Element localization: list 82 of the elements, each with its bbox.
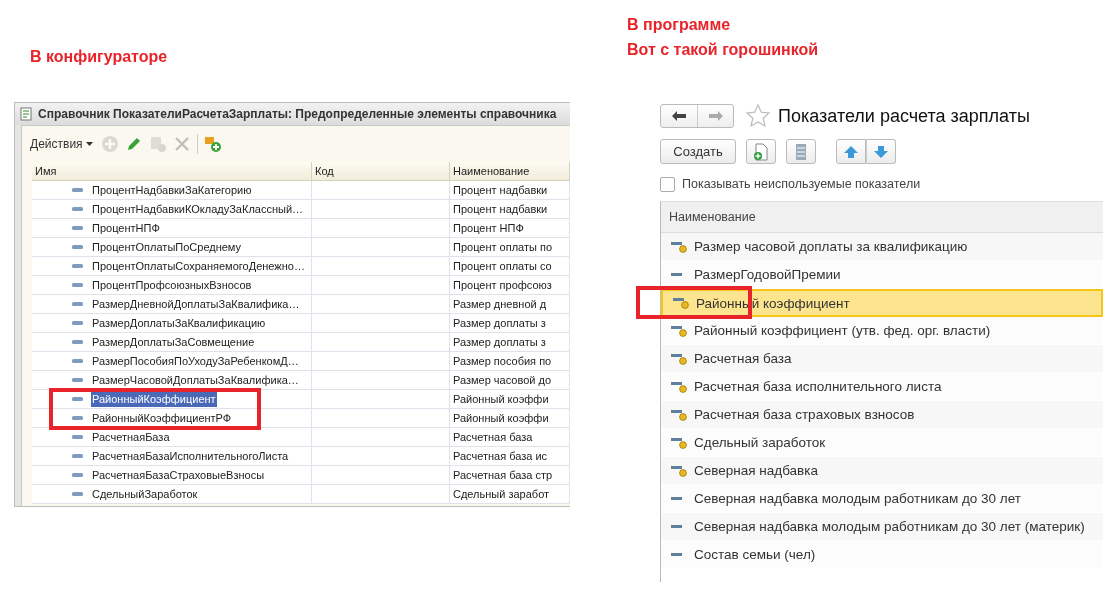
arrow-down-icon: [873, 144, 889, 159]
arrow-right-icon: [708, 111, 723, 121]
element-icon: [72, 492, 83, 496]
table-cell[interactable]: РазмерДневнойДоплатыЗаКвалифика…: [91, 296, 301, 312]
move-down-button[interactable]: [866, 139, 896, 164]
table-cell[interactable]: РасчетнаяБаза: [91, 429, 171, 445]
table-cell: Размер доплаты з: [450, 333, 570, 352]
table-cell: Расчетная база ис: [450, 447, 570, 466]
list-row[interactable]: Северная надбавка: [661, 457, 1103, 485]
actions-menu-button[interactable]: Действия: [28, 137, 95, 151]
table-cell[interactable]: РасчетнаяБазаСтраховыеВзносы: [91, 467, 266, 483]
create-button[interactable]: Создать: [660, 139, 736, 164]
page-title: Показатели расчета зарплаты: [778, 105, 1030, 127]
move-up-button[interactable]: [836, 139, 866, 164]
element-icon: [72, 378, 83, 382]
table-cell[interactable]: РазмерДоплатыЗаСовмещение: [91, 334, 256, 350]
table-cell: Процент НПФ: [450, 219, 570, 238]
element-icon: [72, 473, 83, 477]
table-cell[interactable]: РазмерЧасовойДоплатыЗаКвалифика…: [91, 372, 300, 388]
table-cell: Районный коэффи: [450, 390, 570, 409]
table-cell: Процент профсоюз: [450, 276, 570, 295]
element-icon: [72, 283, 83, 287]
table-cell[interactable]: ПроцентОплатыПоСреднему: [91, 239, 243, 255]
table-cell: Процент надбавки: [450, 200, 570, 219]
element-icon: [72, 435, 83, 439]
table-cell[interactable]: РазмерПособияПоУходуЗаРебенкомД…: [91, 353, 300, 369]
table-cell: Процент оплаты по: [450, 238, 570, 257]
element-icon: [72, 397, 83, 401]
element-icon: [72, 245, 83, 249]
checkbox-label: Показывать неиспользуемые показатели: [682, 177, 921, 191]
table-cell: Размер дневной д: [450, 295, 570, 314]
star-icon[interactable]: [745, 103, 771, 129]
table-cell: Размер доплаты з: [450, 314, 570, 333]
checkbox[interactable]: [660, 176, 675, 192]
element-icon: [72, 416, 83, 420]
table-cell: Размер пособия по: [450, 352, 570, 371]
arrow-up-icon: [843, 144, 859, 159]
table-cell: Расчетная база стр: [450, 466, 570, 485]
arrow-left-icon: [672, 111, 686, 121]
element-icon: [72, 226, 83, 230]
column-header[interactable]: Наименование: [450, 162, 570, 181]
new-document-button[interactable]: [746, 139, 776, 164]
list-row[interactable]: Расчетная база: [661, 345, 1103, 373]
list-icon: [795, 142, 807, 161]
table-cell[interactable]: РасчетнаяБазаИсполнительногоЛиста: [91, 448, 290, 464]
table-cell[interactable]: ПроцентНадбавкиЗаКатегорию: [91, 182, 253, 198]
list-row[interactable]: Северная надбавка молодым работникам до 30 лет (материк): [661, 513, 1103, 541]
caret-icon: [85, 142, 93, 146]
window-title: Справочник ПоказателиРасчетаЗарплаты: Предопределенные элементы справочника: [38, 107, 557, 121]
column-header[interactable]: Код: [312, 162, 450, 181]
table-cell[interactable]: ПроцентОплатыСохраняемогоДенежно…: [91, 258, 306, 274]
table-cell: Размер часовой до: [450, 371, 570, 390]
table-cell[interactable]: РазмерДоплатыЗаКвалификацию: [91, 315, 267, 331]
table-cell[interactable]: ПроцентНПФ: [91, 220, 161, 236]
element-icon: [72, 188, 83, 192]
list-row[interactable]: Размер часовой доплаты за квалификацию: [661, 233, 1103, 261]
list-button[interactable]: [786, 139, 816, 164]
catalog-icon: [20, 107, 33, 121]
column-header[interactable]: Наименование: [661, 202, 1103, 233]
table-cell: Процент оплаты со: [450, 257, 570, 276]
table-cell: Сдельный заработ: [450, 485, 570, 504]
table-cell[interactable]: ПроцентПрофсоюзныхВзносов: [91, 277, 253, 293]
element-icon: [72, 359, 83, 363]
column-header[interactable]: Имя: [32, 162, 312, 181]
element-icon: [72, 340, 83, 344]
element-icon: [72, 454, 83, 458]
table-cell[interactable]: СдельныйЗаработок: [91, 486, 199, 502]
element-icon: [72, 302, 83, 306]
table-cell: Районный коэффи: [450, 409, 570, 428]
list-row[interactable]: Расчетная база страховых взносов: [661, 401, 1103, 429]
annotation-caption: В программе: [627, 15, 731, 35]
element-icon: [72, 321, 83, 325]
element-icon: [72, 207, 83, 211]
document-plus-icon: [753, 142, 769, 161]
annotation-caption: В конфигураторе: [30, 47, 168, 67]
table-cell[interactable]: РайонныйКоэффициентРФ: [91, 410, 233, 426]
table-cell[interactable]: ПроцентНадбавкиКОкладуЗаКлассный…: [91, 201, 305, 217]
table-cell: Расчетная база: [450, 428, 570, 447]
add-folder-icon[interactable]: [203, 135, 222, 153]
table-cell: Процент надбавки: [450, 181, 570, 200]
element-icon: [72, 264, 83, 268]
annotation-caption: Вот с такой горошинкой: [627, 40, 819, 60]
